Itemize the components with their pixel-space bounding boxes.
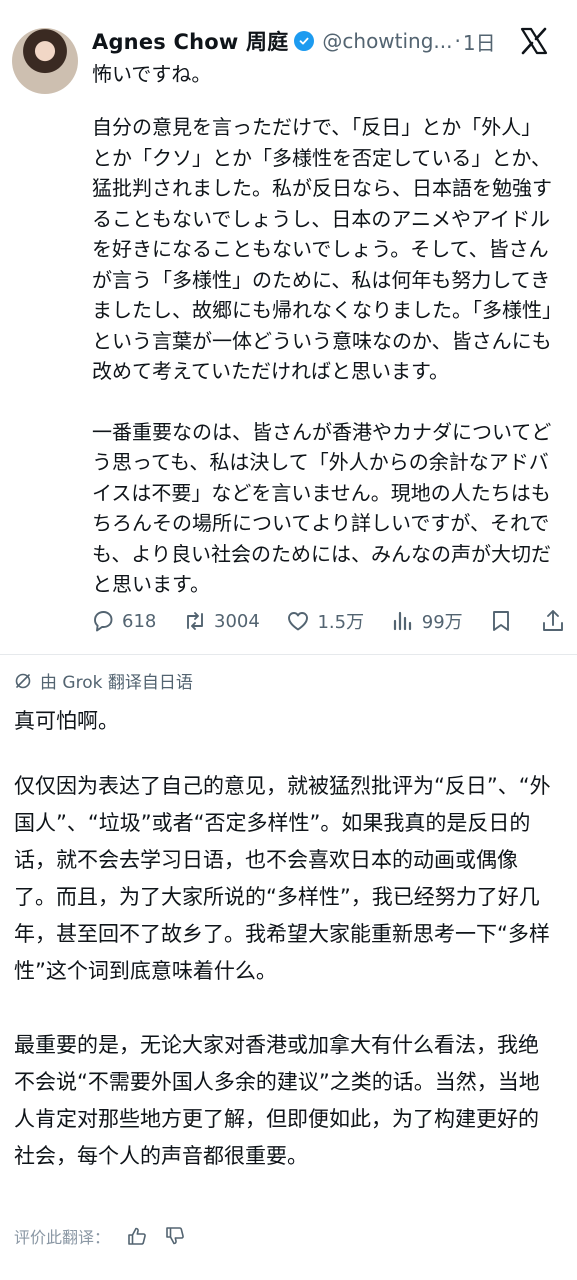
grok-translation-label: 由 Grok 翻译自日语 — [14, 668, 193, 693]
translation-body: 仅仅因为表达了自己的意见，就被猛烈批评为“反日”、“外国人”、“垃圾”或者“否定… — [14, 768, 554, 1212]
share-button[interactable] — [540, 608, 566, 634]
author-name[interactable]: Agnes Chow 周庭 — [92, 26, 288, 56]
thumbs-down-icon[interactable] — [164, 1225, 186, 1247]
post-time[interactable]: 1日 — [463, 27, 496, 56]
translation-first-line: 真可怕啊。 — [14, 709, 119, 733]
repost-count: 3004 — [214, 610, 260, 632]
repost-icon — [187, 612, 203, 630]
views-chart-icon — [393, 611, 411, 631]
x-logo-icon[interactable] — [519, 26, 549, 56]
author-handle[interactable]: @chowting... — [322, 29, 452, 53]
verified-badge-icon — [294, 31, 315, 51]
views-button[interactable]: 99万 — [390, 608, 463, 634]
share-icon — [543, 610, 563, 631]
reply-icon — [94, 611, 113, 632]
tweet-action-bar: 618 3004 1.5万 99万 — [90, 604, 566, 638]
reply-button[interactable]: 618 — [90, 608, 156, 634]
thumbs-up-icon[interactable] — [126, 1225, 148, 1247]
divider — [0, 654, 577, 655]
rate-translation-label: 评价此翻译： — [14, 1228, 111, 1247]
separator-dot: · — [454, 29, 461, 53]
reply-count: 618 — [122, 610, 157, 632]
translation-paragraph: 最重要的是，无论大家对香港或加拿大有什么看法，我绝不会说“不需要外国人多余的建议… — [14, 1033, 540, 1168]
rate-translation: 评价此翻译： — [14, 1224, 186, 1248]
tweet-paragraph: 自分の意見を言っただけで、「反日」とか「外人」とか「クソ」とか「多様性を否定して… — [92, 115, 552, 383]
bookmark-button[interactable] — [488, 608, 514, 634]
like-button[interactable]: 1.5万 — [285, 608, 364, 634]
grok-icon — [15, 673, 31, 688]
bookmark-icon — [493, 611, 510, 631]
tweet-paragraph: 一番重要なのは、皆さんが香港やカナダについてどう思っても、私は決して「外人からの… — [92, 419, 552, 597]
translation-source: 由 Grok 翻译自日语 — [40, 673, 193, 693]
tweet-first-line: 怖いですね。 — [92, 62, 212, 86]
author-avatar[interactable] — [12, 28, 78, 94]
repost-button[interactable]: 3004 — [182, 608, 260, 634]
heart-icon — [288, 612, 309, 631]
view-count: 99万 — [421, 612, 463, 633]
tweet-body: 自分の意見を言っただけで、「反日」とか「外人」とか「クソ」とか「多様性を否定して… — [92, 112, 554, 630]
like-count: 1.5万 — [317, 612, 365, 633]
tweet-header: Agnes Chow 周庭 @chowting... · 1日 — [92, 24, 557, 58]
translation-paragraph: 仅仅因为表达了自己的意见，就被猛烈批评为“反日”、“外国人”、“垃圾”或者“否定… — [14, 774, 551, 983]
